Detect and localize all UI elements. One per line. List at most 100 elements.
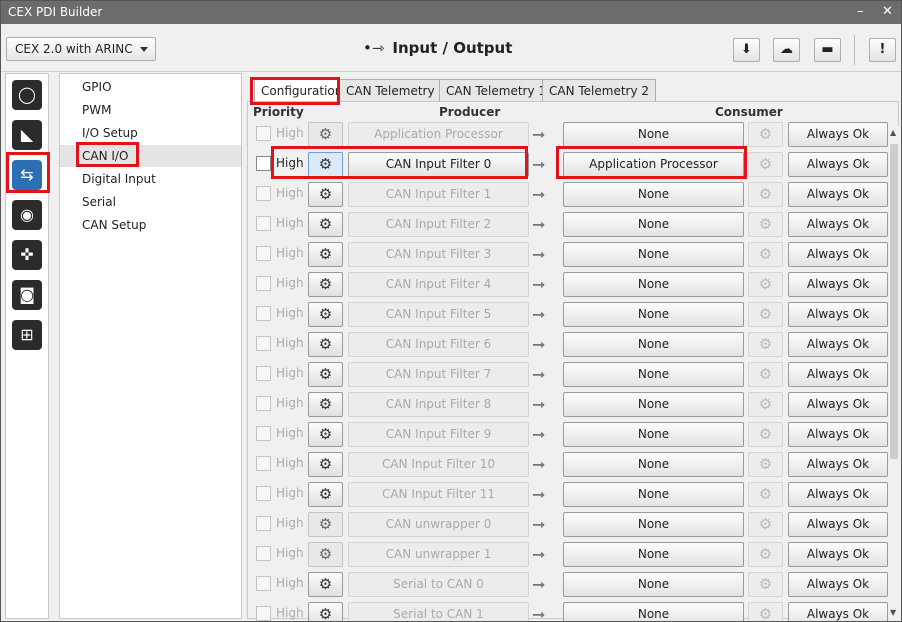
producer-settings-button[interactable]: ⚙ bbox=[308, 122, 343, 147]
status-button[interactable]: Always Ok bbox=[788, 182, 888, 207]
producer-button[interactable]: CAN unwrapper 1 bbox=[348, 542, 529, 567]
producer-button[interactable]: CAN Input Filter 8 bbox=[348, 392, 529, 417]
producer-settings-button[interactable]: ⚙ bbox=[308, 332, 343, 357]
status-button[interactable]: Always Ok bbox=[788, 452, 888, 477]
consumer-button[interactable]: None bbox=[563, 302, 744, 327]
producer-button[interactable]: CAN Input Filter 9 bbox=[348, 422, 529, 447]
priority-checkbox[interactable] bbox=[256, 486, 271, 501]
consumer-settings-button[interactable]: ⚙ bbox=[748, 212, 783, 237]
priority-checkbox[interactable] bbox=[256, 576, 271, 591]
consumer-settings-button[interactable]: ⚙ bbox=[748, 272, 783, 297]
priority-checkbox[interactable] bbox=[256, 366, 271, 381]
status-button[interactable]: Always Ok bbox=[788, 272, 888, 297]
consumer-button[interactable]: None bbox=[563, 212, 744, 237]
status-button[interactable]: Always Ok bbox=[788, 362, 888, 387]
sidebar-camera-button[interactable]: ◙ bbox=[12, 280, 42, 310]
scroll-down-icon[interactable]: ▼ bbox=[890, 608, 896, 617]
priority-checkbox[interactable] bbox=[256, 306, 271, 321]
status-button[interactable]: Always Ok bbox=[788, 542, 888, 567]
minimize-button[interactable]: – bbox=[857, 4, 864, 19]
status-button[interactable]: Always Ok bbox=[788, 332, 888, 357]
device-select[interactable]: CEX 2.0 with ARINC bbox=[6, 37, 156, 61]
consumer-button[interactable]: None bbox=[563, 422, 744, 447]
producer-button[interactable]: CAN Input Filter 5 bbox=[348, 302, 529, 327]
priority-checkbox[interactable] bbox=[256, 186, 271, 201]
consumer-button[interactable]: None bbox=[563, 392, 744, 417]
consumer-button[interactable]: None bbox=[563, 452, 744, 477]
producer-settings-button[interactable]: ⚙ bbox=[308, 212, 343, 237]
consumer-button[interactable]: None bbox=[563, 272, 744, 297]
producer-button[interactable]: CAN Input Filter 2 bbox=[348, 212, 529, 237]
consumer-settings-button[interactable]: ⚙ bbox=[748, 452, 783, 477]
consumer-button[interactable]: None bbox=[563, 542, 744, 567]
producer-settings-button[interactable]: ⚙ bbox=[308, 602, 343, 621]
status-button[interactable]: Always Ok bbox=[788, 302, 888, 327]
priority-checkbox[interactable] bbox=[256, 456, 271, 471]
nav-item-gpio[interactable]: GPIO bbox=[82, 80, 112, 94]
priority-checkbox[interactable] bbox=[256, 156, 271, 171]
status-button[interactable]: Always Ok bbox=[788, 422, 888, 447]
producer-settings-button[interactable]: ⚙ bbox=[308, 272, 343, 297]
status-button[interactable]: Always Ok bbox=[788, 122, 888, 147]
nav-item-digital-input[interactable]: Digital Input bbox=[82, 172, 156, 186]
producer-button[interactable]: CAN unwrapper 0 bbox=[348, 512, 529, 537]
vertical-scrollbar[interactable]: ▲ ▼ bbox=[889, 126, 899, 619]
sidebar-rss-button[interactable]: ◣ bbox=[12, 120, 42, 150]
consumer-settings-button[interactable]: ⚙ bbox=[748, 422, 783, 447]
sidebar-podcast-button[interactable]: ◉ bbox=[12, 200, 42, 230]
consumer-settings-button[interactable]: ⚙ bbox=[748, 392, 783, 417]
scrollbar-thumb[interactable] bbox=[890, 144, 898, 459]
consumer-settings-button[interactable]: ⚙ bbox=[748, 182, 783, 207]
priority-checkbox[interactable] bbox=[256, 276, 271, 291]
producer-button[interactable]: CAN Input Filter 4 bbox=[348, 272, 529, 297]
nav-item-io-setup[interactable]: I/O Setup bbox=[82, 126, 138, 140]
status-button[interactable]: Always Ok bbox=[788, 512, 888, 537]
nav-item-pwm[interactable]: PWM bbox=[82, 103, 111, 117]
producer-settings-button[interactable]: ⚙ bbox=[308, 422, 343, 447]
tab-can-telemetry-2[interactable]: CAN Telemetry 2 bbox=[542, 79, 657, 102]
sidebar-usb-button[interactable]: ⇆ bbox=[12, 160, 42, 190]
info-button[interactable]: ! bbox=[869, 38, 896, 62]
close-button[interactable]: ✕ bbox=[882, 4, 893, 19]
status-button[interactable]: Always Ok bbox=[788, 392, 888, 417]
nav-item-can-setup[interactable]: CAN Setup bbox=[82, 218, 146, 232]
producer-button[interactable]: Serial to CAN 0 bbox=[348, 572, 529, 597]
priority-checkbox[interactable] bbox=[256, 336, 271, 351]
tab-can-telemetry-1[interactable]: CAN Telemetry 1 bbox=[439, 79, 554, 102]
producer-button[interactable]: CAN Input Filter 10 bbox=[348, 452, 529, 477]
consumer-button[interactable]: None bbox=[563, 332, 744, 357]
producer-button[interactable]: CAN Input Filter 11 bbox=[348, 482, 529, 507]
producer-button[interactable]: Serial to CAN 1 bbox=[348, 602, 529, 621]
scroll-up-icon[interactable]: ▲ bbox=[890, 128, 896, 137]
consumer-settings-button[interactable]: ⚙ bbox=[748, 362, 783, 387]
consumer-button[interactable]: None bbox=[563, 362, 744, 387]
consumer-settings-button[interactable]: ⚙ bbox=[748, 542, 783, 567]
consumer-button[interactable]: None bbox=[563, 602, 744, 621]
consumer-button[interactable]: Application Processor bbox=[563, 152, 744, 177]
priority-checkbox[interactable] bbox=[256, 126, 271, 141]
producer-settings-button[interactable]: ⚙ bbox=[308, 182, 343, 207]
status-button[interactable]: Always Ok bbox=[788, 572, 888, 597]
consumer-settings-button[interactable]: ⚙ bbox=[748, 302, 783, 327]
status-button[interactable]: Always Ok bbox=[788, 482, 888, 507]
consumer-settings-button[interactable]: ⚙ bbox=[748, 572, 783, 597]
producer-settings-button[interactable]: ⚙ bbox=[308, 242, 343, 267]
producer-settings-button[interactable]: ⚙ bbox=[308, 572, 343, 597]
sidebar-power-button[interactable]: ◯ bbox=[12, 80, 42, 110]
producer-settings-button[interactable]: ⚙ bbox=[308, 512, 343, 537]
priority-checkbox[interactable] bbox=[256, 396, 271, 411]
producer-button[interactable]: CAN Input Filter 7 bbox=[348, 362, 529, 387]
consumer-button[interactable]: None bbox=[563, 242, 744, 267]
cloud-download-button[interactable]: ☁ bbox=[773, 38, 800, 62]
consumer-settings-button[interactable]: ⚙ bbox=[748, 602, 783, 621]
producer-settings-button[interactable]: ⚙ bbox=[308, 152, 343, 177]
download-button[interactable]: ⬇ bbox=[733, 38, 760, 62]
priority-checkbox[interactable] bbox=[256, 546, 271, 561]
sidebar-sitemap-button[interactable]: ⊞ bbox=[12, 320, 42, 350]
consumer-button[interactable]: None bbox=[563, 182, 744, 207]
producer-button[interactable]: CAN Input Filter 6 bbox=[348, 332, 529, 357]
priority-checkbox[interactable] bbox=[256, 216, 271, 231]
producer-button[interactable]: CAN Input Filter 3 bbox=[348, 242, 529, 267]
status-button[interactable]: Always Ok bbox=[788, 602, 888, 621]
consumer-settings-button[interactable]: ⚙ bbox=[748, 512, 783, 537]
